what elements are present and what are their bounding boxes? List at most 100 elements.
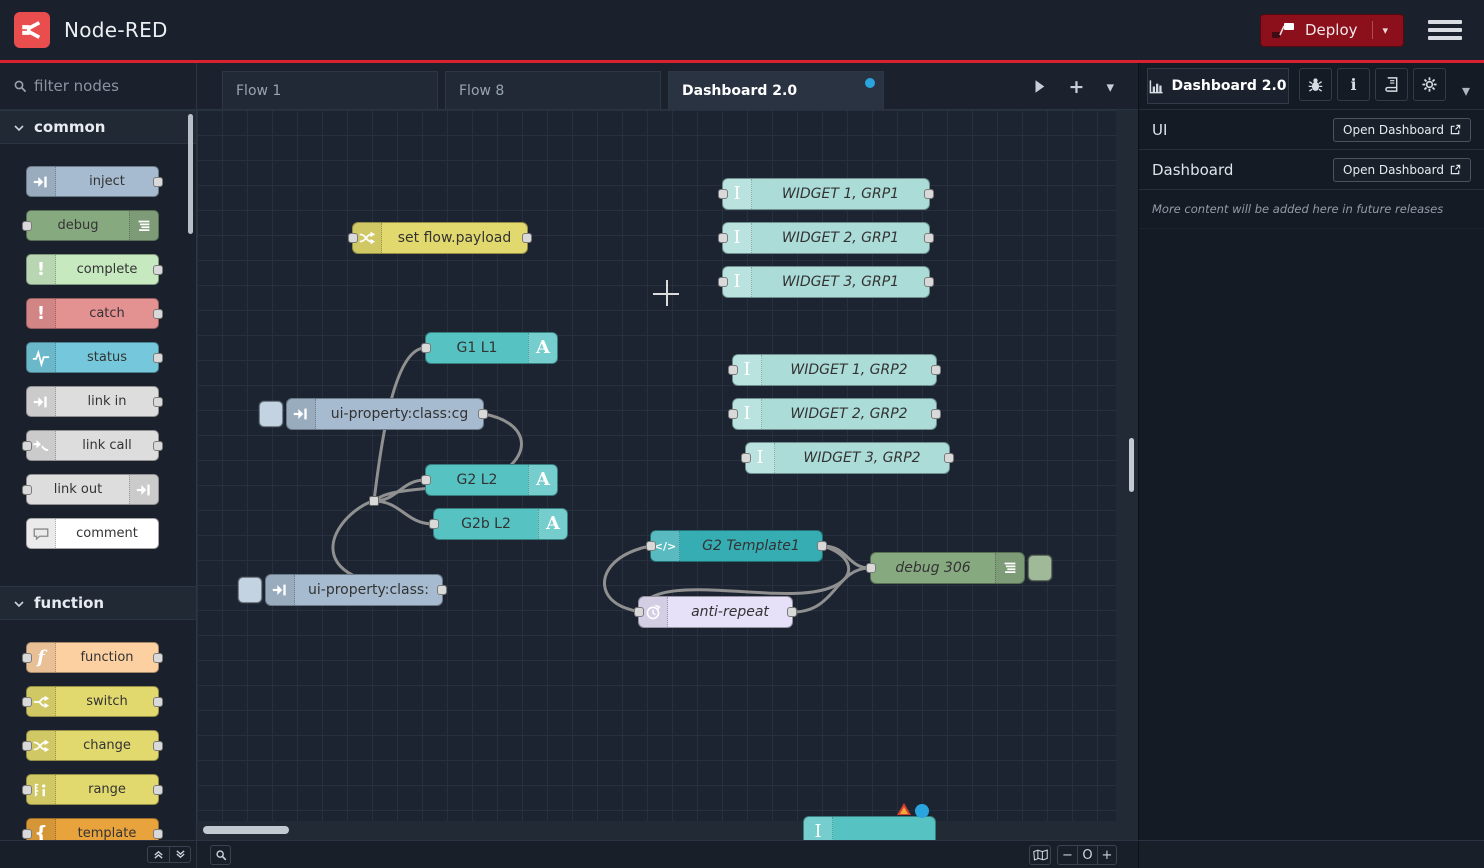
sidebar-tool-bug-button[interactable] — [1299, 68, 1332, 101]
flow-tab-Flow-1[interactable]: Flow 1 — [222, 71, 438, 109]
inject-button[interactable] — [259, 401, 283, 427]
wire-junction[interactable] — [369, 496, 379, 506]
output-port[interactable] — [924, 277, 934, 287]
palette-node-switch[interactable]: switch — [26, 686, 159, 717]
palette-node-range[interactable]: range — [26, 774, 159, 805]
flow-node[interactable]: ui-property:class: — [265, 574, 443, 606]
zoom-in-button[interactable]: + — [1097, 845, 1117, 865]
canvas-vertical-scrollbar[interactable] — [1129, 438, 1134, 492]
input-port[interactable] — [866, 563, 876, 573]
palette-category-function[interactable]: function — [0, 586, 196, 620]
flow-node[interactable]: debug 306 — [870, 552, 1025, 584]
output-port[interactable] — [153, 741, 163, 751]
add-flow-button[interactable]: + — [1069, 76, 1085, 98]
output-port[interactable] — [153, 397, 163, 407]
canvas-horizontal-scrollbar[interactable] — [203, 826, 289, 834]
palette-node-catch[interactable]: !catch — [26, 298, 159, 329]
flow-node[interactable]: G2b L2A — [433, 508, 568, 540]
flow-node[interactable]: IWIDGET 3, GRP2 — [745, 442, 950, 474]
input-port[interactable] — [421, 343, 431, 353]
input-port[interactable] — [718, 189, 728, 199]
inject-button[interactable] — [238, 577, 262, 603]
flow-tab-Flow-8[interactable]: Flow 8 — [445, 71, 661, 109]
deploy-button[interactable]: Deploy ▾ — [1260, 14, 1404, 47]
palette-expand-all-button[interactable] — [169, 846, 191, 863]
input-port[interactable] — [348, 233, 358, 243]
flow-node[interactable]: IWIDGET 2, GRP1 — [722, 222, 930, 254]
output-port[interactable] — [153, 265, 163, 275]
input-port[interactable] — [22, 221, 32, 231]
output-port[interactable] — [924, 233, 934, 243]
flow-node[interactable]: G1 L1A — [425, 332, 558, 364]
output-port[interactable] — [931, 365, 941, 375]
input-port[interactable] — [22, 785, 32, 795]
input-port[interactable] — [718, 233, 728, 243]
zoom-reset-button[interactable]: O — [1077, 845, 1097, 865]
input-port[interactable] — [741, 453, 751, 463]
input-port[interactable] — [718, 277, 728, 287]
palette-search[interactable] — [0, 63, 196, 110]
output-port[interactable] — [944, 453, 954, 463]
input-port[interactable] — [728, 409, 738, 419]
sidebar-tab-dashboard[interactable]: Dashboard 2.0 — [1147, 68, 1289, 104]
input-port[interactable] — [728, 365, 738, 375]
palette-node-link-in[interactable]: link in — [26, 386, 159, 417]
palette-node-debug[interactable]: debug — [26, 210, 159, 241]
sidebar-tool-gear-button[interactable] — [1413, 68, 1446, 101]
flow-node[interactable]: anti-repeat — [638, 596, 793, 628]
flow-node[interactable]: IWIDGET 1, GRP2 — [732, 354, 937, 386]
output-port[interactable] — [153, 785, 163, 795]
output-port[interactable] — [153, 441, 163, 451]
output-port[interactable] — [153, 353, 163, 363]
palette-node-change[interactable]: change — [26, 730, 159, 761]
output-port[interactable] — [522, 233, 532, 243]
main-menu-button[interactable] — [1428, 20, 1462, 40]
sidebar-caret-icon[interactable]: ▾ — [1462, 81, 1470, 100]
palette-node-link-out[interactable]: link out — [26, 474, 159, 505]
deploy-caret-icon[interactable]: ▾ — [1372, 21, 1389, 39]
zoom-out-button[interactable]: − — [1057, 845, 1077, 865]
output-port[interactable] — [787, 607, 797, 617]
palette-node-link-call[interactable]: link call — [26, 430, 159, 461]
output-port[interactable] — [478, 409, 488, 419]
sidebar-tool-info-button[interactable]: i — [1337, 68, 1370, 101]
palette-node-complete[interactable]: !complete — [26, 254, 159, 285]
debug-toggle-button[interactable] — [1028, 555, 1052, 581]
filter-nodes-input[interactable] — [34, 77, 174, 95]
open-dashboard-button[interactable]: Open Dashboard — [1333, 158, 1471, 182]
palette-node-comment[interactable]: comment — [26, 518, 159, 549]
input-port[interactable] — [22, 697, 32, 707]
flow-list-caret-icon[interactable]: ▾ — [1106, 78, 1114, 96]
input-port[interactable] — [22, 485, 32, 495]
input-port[interactable] — [22, 829, 32, 839]
minimap-button[interactable] — [1029, 845, 1051, 865]
flow-node[interactable]: IWIDGET 2, GRP2 — [732, 398, 937, 430]
palette-category-common[interactable]: common — [0, 110, 196, 144]
output-port[interactable] — [924, 189, 934, 199]
flow-node[interactable]: I — [803, 816, 936, 840]
flow-node[interactable]: IWIDGET 1, GRP1 — [722, 178, 930, 210]
palette-node-inject[interactable]: inject — [26, 166, 159, 197]
open-dashboard-button[interactable]: Open Dashboard — [1333, 118, 1471, 142]
flow-node[interactable]: G2 L2A — [425, 464, 558, 496]
output-port[interactable] — [931, 409, 941, 419]
output-port[interactable] — [153, 309, 163, 319]
flow-node[interactable]: </>G2 Template1 — [650, 530, 823, 562]
input-port[interactable] — [22, 741, 32, 751]
output-port[interactable] — [153, 829, 163, 839]
output-port[interactable] — [153, 697, 163, 707]
flow-node[interactable]: ui-property:class:cg — [286, 398, 484, 430]
palette-node-function[interactable]: ffunction — [26, 642, 159, 673]
input-port[interactable] — [634, 607, 644, 617]
input-port[interactable] — [22, 653, 32, 663]
flow-tab-Dashboard-2.0[interactable]: Dashboard 2.0 — [668, 71, 884, 109]
tab-search-icon[interactable] — [1034, 79, 1047, 94]
output-port[interactable] — [817, 541, 827, 551]
palette-node-template[interactable]: {template — [26, 818, 159, 840]
palette-scrollbar[interactable] — [188, 114, 193, 234]
flow-node[interactable]: set flow.payload — [352, 222, 528, 254]
flow-node[interactable]: IWIDGET 3, GRP1 — [722, 266, 930, 298]
input-port[interactable] — [646, 541, 656, 551]
canvas-search-button[interactable] — [210, 845, 231, 865]
sidebar-tool-book-button[interactable] — [1375, 68, 1408, 101]
